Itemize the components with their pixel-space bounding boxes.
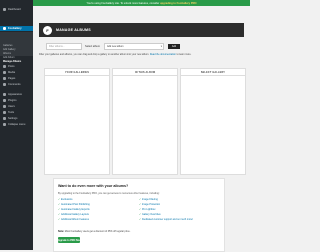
sidebar-collapse-menu[interactable]: Collapse menu xyxy=(0,122,33,127)
album-select[interactable]: Add new album ▾ xyxy=(104,42,164,50)
in-this-album-column[interactable]: IN THIS ALBUM xyxy=(112,68,178,175)
sidebar-item-label: Settings xyxy=(8,117,18,120)
sidebar-item-label: Dashboard xyxy=(8,8,21,11)
upgrade-notice: You're using FooGallery Lite. To unlock … xyxy=(33,0,250,6)
admin-sidebar: Dashboard FooGallery Galleries Add Galle… xyxy=(0,0,33,250)
sidebar-item-label: FooGallery xyxy=(8,27,22,30)
plugins-icon xyxy=(3,99,6,102)
pages-icon xyxy=(3,77,6,80)
users-icon xyxy=(3,105,6,108)
column-header: IN THIS ALBUM xyxy=(113,69,177,76)
page-header: F MANAGE ALBUMS xyxy=(39,23,244,37)
add-album-button-label: Add xyxy=(171,44,177,48)
instructions-tail: to learn more. xyxy=(176,53,192,56)
feature-item[interactable]: Additional Gallery Layouts xyxy=(58,213,89,216)
feature-item[interactable]: Gallery Overrides xyxy=(139,213,161,216)
documentation-link[interactable]: Read the documentation xyxy=(150,53,176,56)
comments-icon xyxy=(3,83,6,86)
column-header: SELECT GALLERY xyxy=(181,69,245,76)
sidebar-item-label: Media xyxy=(8,71,16,74)
chevron-down-icon: ▾ xyxy=(160,44,162,48)
sidebar-item-label: Appearance xyxy=(8,93,22,96)
search-input[interactable]: Filter albums... xyxy=(46,42,82,50)
dashboard-icon xyxy=(3,8,6,11)
search-placeholder: Filter albums... xyxy=(49,44,65,48)
feature-item[interactable]: Pro Lightbox xyxy=(139,208,155,211)
note-label: Note: xyxy=(58,230,65,233)
sidebar-item-settings[interactable]: Settings xyxy=(0,116,33,121)
feature-item[interactable]: Additional Album Features xyxy=(58,218,89,221)
sidebar-item-label: Posts xyxy=(8,65,15,68)
promo-note: Note: Most FooGallery users get a discou… xyxy=(58,230,130,233)
select-album-label: Select album xyxy=(85,44,100,48)
logo-text: F xyxy=(46,27,49,33)
submenu-label: Add Album xyxy=(3,56,15,59)
select-gallery-column: SELECT GALLERY xyxy=(180,68,246,175)
foogallery-logo: F xyxy=(43,25,52,35)
tools-icon xyxy=(3,111,6,114)
notice-upgrade-link[interactable]: upgrading to FooGallery PRO xyxy=(160,2,196,5)
sidebar-item-media[interactable]: Media xyxy=(0,70,33,75)
posts-icon xyxy=(3,65,6,68)
sidebar-item-label: Pages xyxy=(8,77,16,80)
feature-item[interactable]: Image Filtering xyxy=(139,198,158,201)
sidebar-item-foogallery[interactable]: FooGallery xyxy=(0,26,33,31)
feature-item[interactable]: Exclusions xyxy=(58,198,72,201)
settings-icon xyxy=(3,117,6,120)
upgrade-promo: Want to do even more with your albums? B… xyxy=(53,178,225,252)
sidebar-item-appearance[interactable]: Appearance xyxy=(0,92,33,97)
sidebar-item-comments[interactable]: Comments xyxy=(0,82,33,87)
foogallery-icon xyxy=(3,27,6,30)
sidebar-item-tools[interactable]: Tools xyxy=(0,110,33,115)
upgrade-button[interactable]: Upgrade to PRO Now xyxy=(56,237,82,243)
column-title: SELECT GALLERY xyxy=(200,70,226,74)
column-title: YOUR GALLERIES xyxy=(64,70,90,74)
sidebar-item-users[interactable]: Users xyxy=(0,104,33,109)
feature-item[interactable]: Automated Gallery Exports xyxy=(58,208,90,211)
media-icon xyxy=(3,71,6,74)
appearance-icon xyxy=(3,93,6,96)
promo-title: Want to do even more with your albums? xyxy=(58,184,129,188)
feature-item[interactable]: Automated Post Publishing xyxy=(58,203,90,206)
column-header: YOUR GALLERIES xyxy=(45,69,109,76)
feature-item[interactable]: Dedicated customer support and so much m… xyxy=(139,218,193,221)
sidebar-item-label: Plugins xyxy=(8,99,17,102)
sidebar-item-label: Tools xyxy=(8,111,15,114)
sidebar-item-label: Collapse menu xyxy=(8,123,26,126)
sidebar-item-dashboard[interactable]: Dashboard xyxy=(0,7,33,12)
sidebar-item-plugins[interactable]: Plugins xyxy=(0,98,33,103)
submenu-label: Manage Albums xyxy=(3,60,22,63)
sidebar-item-label: Users xyxy=(8,105,15,108)
feature-item[interactable]: Image Protection xyxy=(139,203,160,206)
your-galleries-column: YOUR GALLERIES xyxy=(44,68,110,175)
column-title: IN THIS ALBUM xyxy=(134,70,156,74)
instructions: Filter your galleries and albums, you ca… xyxy=(39,53,244,56)
collapse-icon xyxy=(3,123,6,126)
promo-intro: By upgrading to the FooGallery PRO, you … xyxy=(58,192,160,195)
sidebar-item-label: Comments xyxy=(8,83,21,86)
add-album-button[interactable]: Add xyxy=(168,43,180,49)
note-text: Most FooGallery users get a discount of … xyxy=(64,230,131,233)
page-title: MANAGE ALBUMS xyxy=(56,28,91,32)
album-controls: Filter albums... Select album Add new al… xyxy=(46,42,180,50)
upgrade-button-label: Upgrade to PRO Now xyxy=(56,238,82,242)
sidebar-item-posts[interactable]: Posts xyxy=(0,64,33,69)
instructions-text: Filter your galleries and albums, you ca… xyxy=(39,53,150,56)
submenu-item-manage-albums[interactable]: Manage Albums xyxy=(0,49,33,63)
album-select-value: Add new album xyxy=(107,44,124,48)
sidebar-item-pages[interactable]: Pages xyxy=(0,76,33,81)
notice-text: You're using FooGallery Lite. To unlock … xyxy=(86,1,160,5)
